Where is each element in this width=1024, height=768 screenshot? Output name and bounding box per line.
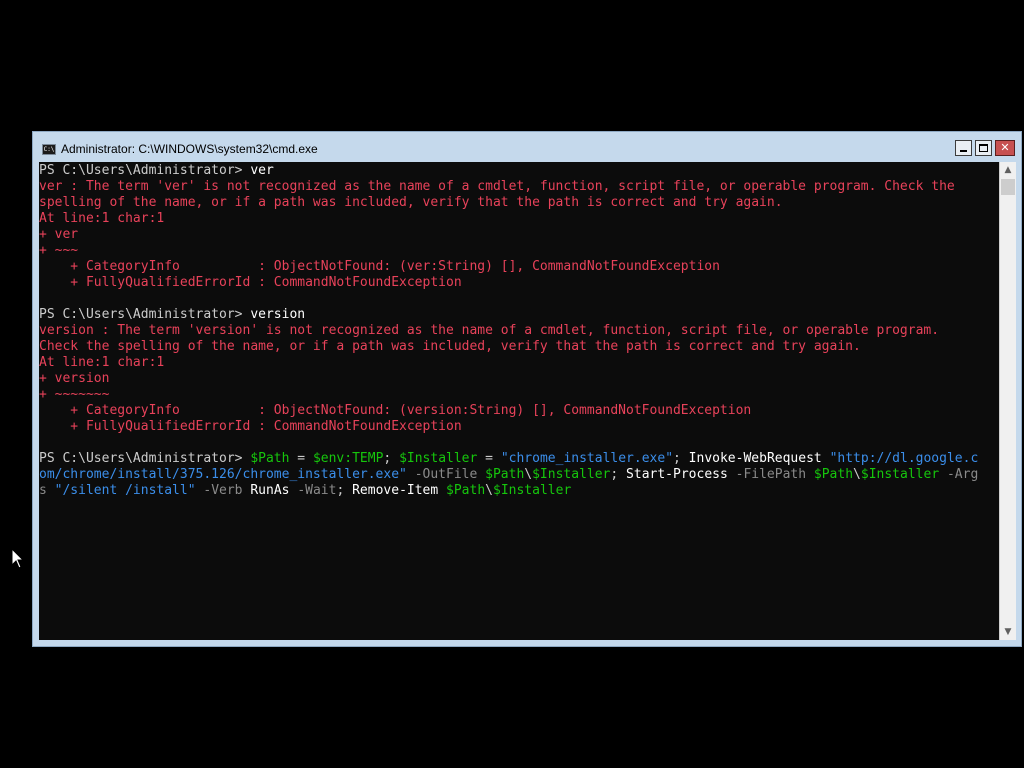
console-text-segment: \	[853, 467, 861, 482]
console-text-segment	[438, 483, 446, 498]
console-text-segment: spelling of the name, or if a path was i…	[39, 195, 783, 210]
console-line: + CategoryInfo : ObjectNotFound: (versio…	[39, 403, 999, 419]
console-text-segment	[39, 435, 47, 450]
console-text-segment	[39, 291, 47, 306]
console-text-segment: $Installer	[493, 483, 572, 498]
console-line: version : The term 'version' is not reco…	[39, 323, 999, 339]
console-line: + ~~~~~~~	[39, 387, 999, 403]
console-text-segment: om/chrome/install/375.126/chrome_install…	[39, 467, 407, 482]
console-text-segment	[822, 451, 830, 466]
console-line: om/chrome/install/375.126/chrome_install…	[39, 467, 999, 483]
mouse-pointer-icon	[11, 548, 25, 569]
console-text-segment	[728, 467, 736, 482]
console-line: + CategoryInfo : ObjectNotFound: (ver:St…	[39, 259, 999, 275]
console-text-segment: $Path	[250, 451, 290, 466]
maximize-icon	[979, 144, 988, 152]
console-text-segment: PS C:\Users\Administrator>	[39, 451, 251, 466]
console-text-segment: ;	[610, 467, 627, 482]
console-text-segment: $Installer	[399, 451, 478, 466]
console-text-segment: + CategoryInfo : ObjectNotFound: (versio…	[39, 403, 752, 418]
console-text-segment: ;	[383, 451, 400, 466]
console-text-segment: Check the spelling of the name, or if a …	[39, 339, 861, 354]
console-text-segment: \	[524, 467, 533, 482]
scroll-thumb[interactable]	[1001, 179, 1015, 195]
console-app-icon[interactable]: C:\	[42, 144, 56, 155]
console-text-segment: At line:1 char:1	[39, 355, 165, 370]
maximize-button[interactable]	[975, 140, 992, 156]
console-text-segment: -Wait	[297, 483, 337, 498]
console-text-segment: version : The term 'version' is not reco…	[39, 323, 940, 338]
console-line: + version	[39, 371, 999, 387]
console-line: PS C:\Users\Administrator> ver	[39, 163, 999, 179]
scroll-up-icon[interactable]: ▲	[1000, 162, 1016, 178]
console-text-segment: + version	[39, 371, 110, 386]
console-line	[39, 435, 999, 451]
console-text-segment: PS C:\Users\Administrator>	[39, 307, 251, 322]
console-text-segment: ;	[673, 451, 689, 466]
console-line: At line:1 char:1	[39, 355, 999, 371]
console-text-segment: + ver	[39, 227, 79, 242]
console-text-segment: PS C:\Users\Administrator>	[39, 163, 251, 178]
console-text-segment: "http://dl.google.c	[829, 451, 979, 466]
console-text-segment: ver	[250, 163, 274, 178]
console-text-segment: $Path	[813, 467, 854, 482]
console-text-segment: Invoke-WebRequest	[688, 451, 822, 466]
console-text-segment	[477, 467, 485, 482]
console-text-segment	[407, 467, 415, 482]
console-text-segment: "/silent /install"	[54, 483, 196, 498]
console-text-segment	[47, 483, 55, 498]
console-text-segment: + ~~~~~~~	[39, 387, 110, 402]
console-text-segment: $env:TEMP	[312, 451, 384, 466]
console-text-segment: At line:1 char:1	[39, 211, 165, 226]
console-line: s "/silent /install" -Verb RunAs -Wait; …	[39, 483, 999, 499]
console-output[interactable]: PS C:\Users\Administrator> ver ver : The …	[39, 162, 999, 640]
scroll-down-icon[interactable]: ▼	[1000, 624, 1016, 640]
console-text-segment: -FilePath	[735, 467, 807, 482]
vertical-scrollbar[interactable]: ▲ ▼	[999, 162, 1016, 640]
close-button[interactable]: ✕	[995, 140, 1015, 156]
console-text-segment: Start-Process	[626, 467, 728, 482]
console-line: + ver	[39, 227, 999, 243]
console-line: spelling of the name, or if a path was i…	[39, 195, 999, 211]
console-text-segment: -Arg	[946, 467, 979, 482]
console-text-segment: $Path	[485, 467, 525, 482]
console-text-segment: ver : The term 'ver' is not recognized a…	[39, 179, 955, 194]
console-text-segment: + ~~~	[39, 243, 79, 258]
console-line: ver : The term 'ver' is not recognized a…	[39, 179, 999, 195]
console-text-segment: Remove-Item	[352, 483, 439, 498]
console-window[interactable]: C:\ Administrator: C:\WINDOWS\system32\c…	[32, 131, 1022, 647]
console-lines: PS C:\Users\Administrator> ver ver : The …	[39, 163, 999, 499]
console-text-segment: version	[250, 307, 306, 322]
console-text-segment: \	[485, 483, 493, 498]
console-text-segment: $Installer	[860, 467, 940, 482]
console-text-segment: -OutFile	[414, 467, 478, 482]
console-line: + ~~~	[39, 243, 999, 259]
console-text-segment: + FullyQualifiedErrorId : CommandNotFoun…	[39, 275, 462, 290]
console-text-segment	[806, 467, 814, 482]
console-line: + FullyQualifiedErrorId : CommandNotFoun…	[39, 275, 999, 291]
console-text-segment	[939, 467, 947, 482]
console-text-segment: RunAs	[250, 483, 290, 498]
window-title: Administrator: C:\WINDOWS\system32\cmd.e…	[61, 142, 318, 156]
close-icon: ✕	[1000, 141, 1010, 154]
console-text-segment: $Path	[446, 483, 486, 498]
console-text-segment: ;	[336, 483, 353, 498]
console-text-segment: s	[39, 483, 47, 498]
title-bar[interactable]: C:\ Administrator: C:\WINDOWS\system32\c…	[33, 132, 1021, 162]
minimize-icon	[960, 150, 967, 152]
console-line: Check the spelling of the name, or if a …	[39, 339, 999, 355]
console-line	[39, 291, 999, 307]
minimize-button[interactable]	[955, 140, 972, 156]
console-text-segment: =	[477, 451, 501, 466]
console-line: PS C:\Users\Administrator> version	[39, 307, 999, 323]
console-text-segment: $Installer	[532, 467, 611, 482]
console-text-segment: + CategoryInfo : ObjectNotFound: (ver:St…	[39, 259, 720, 274]
console-text-segment: -Verb	[203, 483, 243, 498]
console-line: PS C:\Users\Administrator> $Path = $env:…	[39, 451, 999, 467]
console-line: + FullyQualifiedErrorId : CommandNotFoun…	[39, 419, 999, 435]
console-text-segment: "chrome_installer.exe"	[500, 451, 674, 466]
console-text-segment: =	[289, 451, 313, 466]
console-line: At line:1 char:1	[39, 211, 999, 227]
console-text-segment: + FullyQualifiedErrorId : CommandNotFoun…	[39, 419, 462, 434]
